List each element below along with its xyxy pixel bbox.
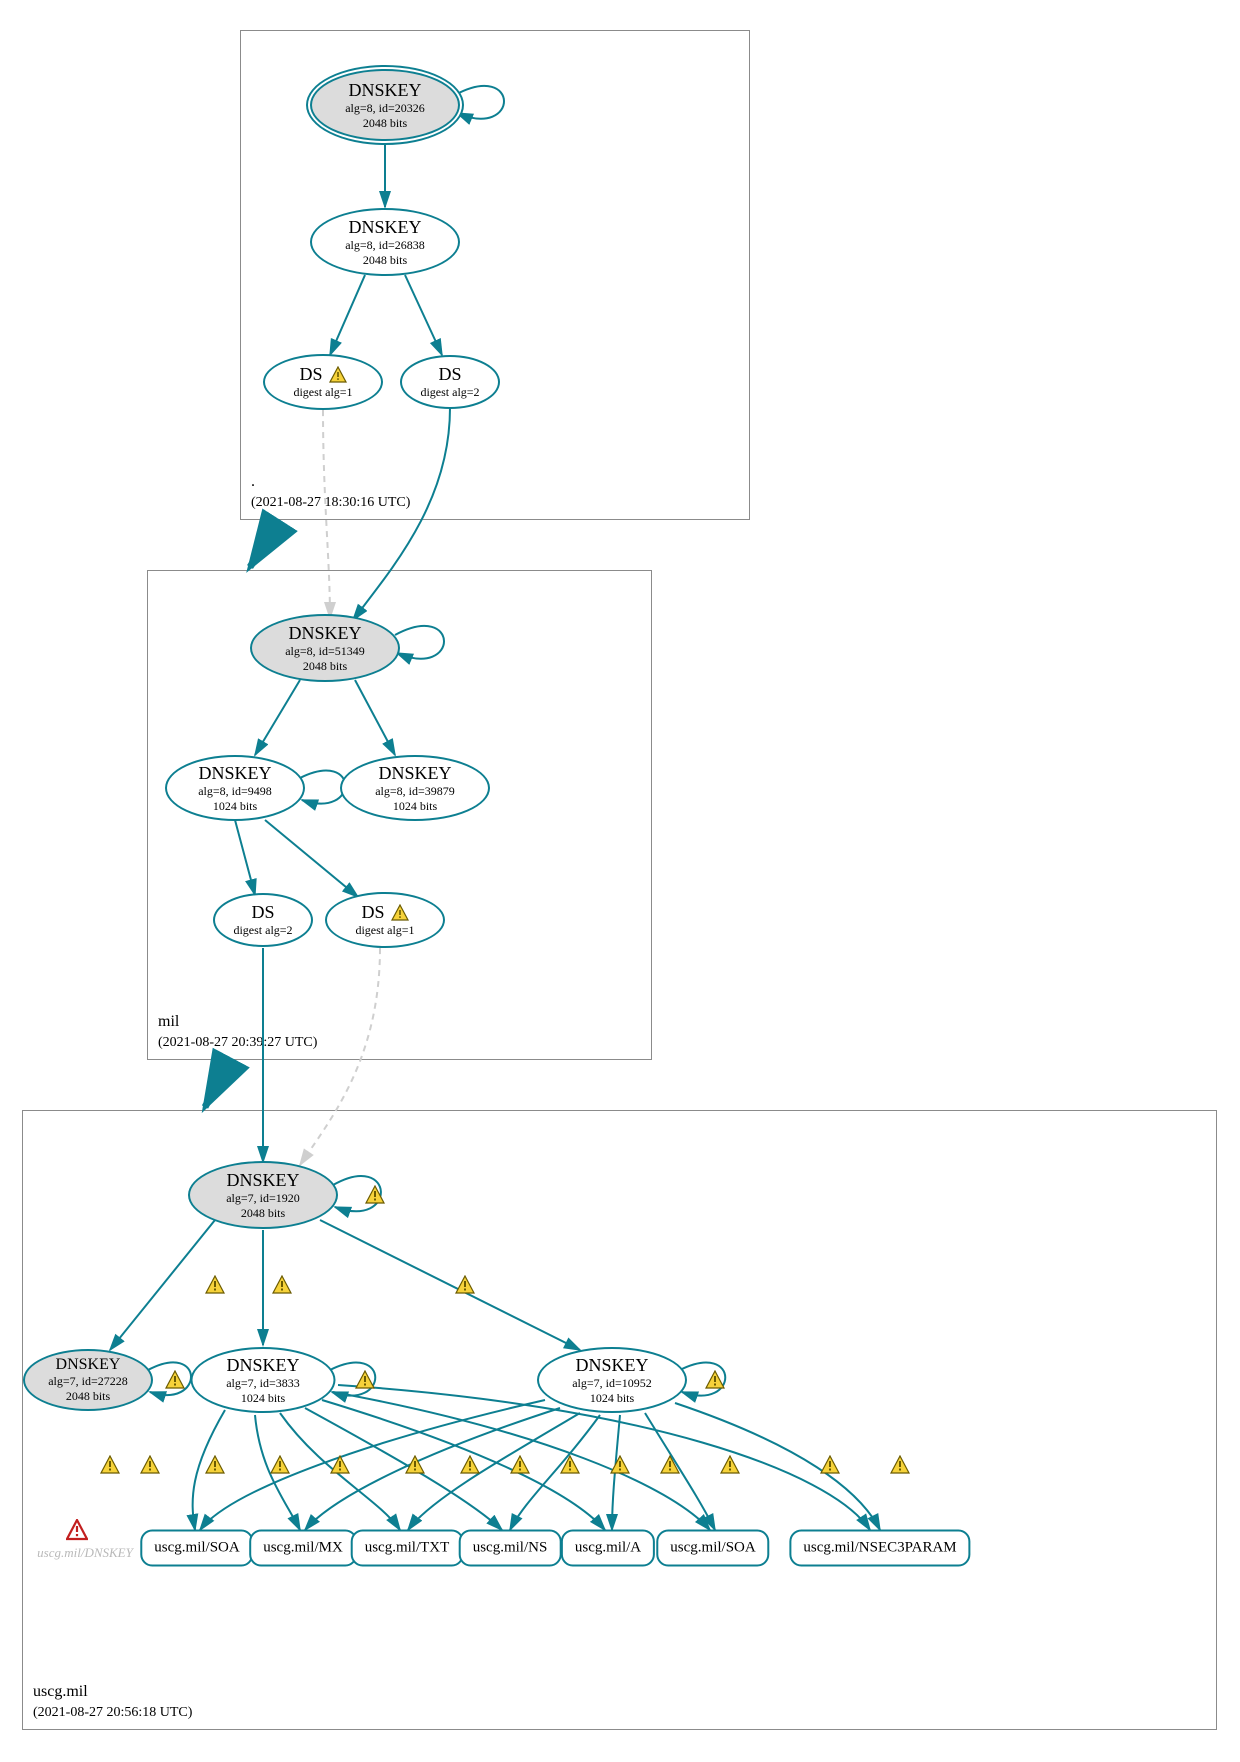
diagram-canvas: . (2021-08-27 18:30:16 UTC) mil (2021-08…	[0, 0, 1240, 1762]
warning-icon	[100, 1455, 120, 1475]
warning-icon	[205, 1275, 225, 1295]
warning-icon	[455, 1275, 475, 1295]
warning-icon	[820, 1455, 840, 1475]
edge-mil-ds1-to-uscg-ksk	[300, 948, 380, 1165]
edge-ds2-to-mil-ksk	[353, 408, 450, 620]
record-soa1: uscg.mil/SOA	[140, 1530, 253, 1567]
edge-root-ksk-self	[455, 86, 504, 119]
edge-uscg-ksk-to-zsk-b	[320, 1220, 580, 1350]
edge-ds1-to-mil-ksk	[323, 410, 330, 618]
edge-mil-ksk-self	[395, 626, 444, 659]
record-nsec3: uscg.mil/NSEC3PARAM	[789, 1530, 970, 1567]
edge-uscg-ksk-to-inactive	[110, 1220, 215, 1350]
warning-icon	[270, 1455, 290, 1475]
warning-icon	[705, 1370, 725, 1390]
error-icon	[66, 1519, 88, 1541]
warning-icon	[890, 1455, 910, 1475]
edge-b-soa2	[645, 1413, 715, 1530]
missing-key-label: uscg.mil/DNSKEY	[37, 1545, 133, 1561]
warning-icon	[272, 1275, 292, 1295]
edge-root-zsk-to-ds1	[330, 275, 365, 355]
warning-icon	[460, 1455, 480, 1475]
warning-icon	[165, 1370, 185, 1390]
record-mx: uscg.mil/MX	[249, 1530, 357, 1567]
edges-svg	[0, 0, 1240, 1762]
warning-icon	[140, 1455, 160, 1475]
warning-icon	[510, 1455, 530, 1475]
warning-icon	[365, 1185, 385, 1205]
edge-root-zsk-to-ds2	[405, 275, 442, 355]
edge-zone-mil-to-uscg	[205, 1060, 230, 1107]
record-a: uscg.mil/A	[561, 1530, 655, 1567]
edge-zone-root-to-mil	[250, 520, 280, 567]
record-ns: uscg.mil/NS	[459, 1530, 562, 1567]
edge-mil-zsk-a-self	[300, 771, 345, 804]
record-txt: uscg.mil/TXT	[351, 1530, 464, 1567]
edge-mil-ksk-to-zsk-b	[355, 680, 395, 755]
warning-icon	[560, 1455, 580, 1475]
record-soa2: uscg.mil/SOA	[656, 1530, 769, 1567]
warning-icon	[330, 1455, 350, 1475]
warning-icon	[720, 1455, 740, 1475]
edge-mil-zsk-a-to-ds2	[235, 820, 255, 895]
warning-icon	[355, 1370, 375, 1390]
warning-icon	[660, 1455, 680, 1475]
warning-icon	[405, 1455, 425, 1475]
warning-icon	[205, 1455, 225, 1475]
warning-icon	[610, 1455, 630, 1475]
edge-mil-ksk-to-zsk-a	[255, 680, 300, 755]
edge-mil-zsk-a-to-ds1	[265, 820, 358, 897]
